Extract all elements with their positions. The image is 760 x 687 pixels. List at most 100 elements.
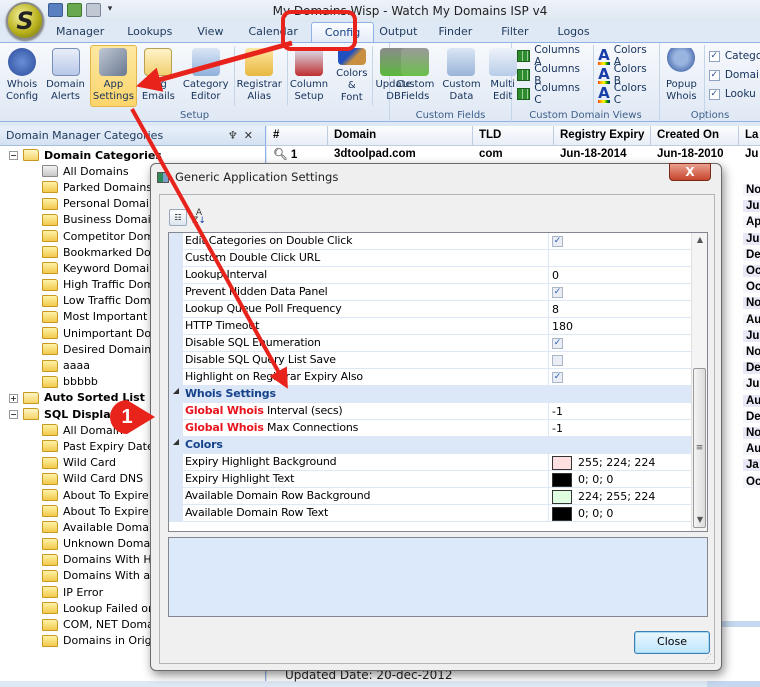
close-button[interactable]: Close bbox=[634, 631, 710, 654]
property-row[interactable]: Expiry Highlight Text 0; 0; 0 bbox=[169, 471, 693, 488]
registrar-alias-button[interactable]: Registrar Alias bbox=[233, 45, 285, 107]
property-row[interactable]: Available Domain Row Background 224; 255;… bbox=[169, 488, 693, 505]
table-cell[interactable]: Ap bbox=[743, 216, 760, 229]
scroll-thumb[interactable]: ≡ bbox=[693, 368, 706, 528]
property-row[interactable]: Prevent Hidden Data Panel ✓ bbox=[169, 284, 693, 301]
dialog-close-button[interactable]: X bbox=[669, 163, 711, 181]
tab-manager[interactable]: Manager bbox=[46, 22, 116, 42]
color-swatch[interactable] bbox=[552, 489, 572, 504]
categorized-view-icon[interactable]: ☷ bbox=[169, 209, 187, 226]
column-header-last[interactable]: La bbox=[739, 126, 760, 145]
table-cell[interactable]: No bbox=[743, 427, 760, 439]
app-settings-button[interactable]: App Settings bbox=[89, 45, 137, 107]
expand-icon[interactable]: + bbox=[9, 393, 18, 403]
resize-grip-icon[interactable]: ⋰ bbox=[705, 653, 712, 661]
domain-alerts-button[interactable]: Domain Alerts bbox=[43, 45, 88, 107]
popup-whois-button[interactable]: Popup Whois bbox=[663, 45, 700, 107]
whois-config-button[interactable]: Whois Config bbox=[3, 45, 41, 107]
table-cell[interactable]: Ju bbox=[743, 378, 760, 391]
checkbox-unchecked[interactable] bbox=[552, 355, 563, 366]
property-row[interactable]: Available Domain Row Text 0; 0; 0 bbox=[169, 505, 693, 522]
property-row[interactable]: Global Whois Interval (secs) -1 bbox=[169, 403, 693, 420]
print-icon[interactable] bbox=[86, 3, 101, 17]
checkbox-checked[interactable]: ✓ bbox=[552, 236, 563, 247]
property-row[interactable]: Lookup Queue Poll Frequency 8 bbox=[169, 301, 693, 318]
close-panel-icon[interactable]: ✕ bbox=[244, 129, 259, 142]
tag-emails-button[interactable]: Tag Emails bbox=[139, 45, 178, 107]
option-categories-checkbox[interactable]: ✓ Catego bbox=[708, 48, 760, 64]
property-row[interactable]: HTTP Timeout 180 bbox=[169, 318, 693, 335]
table-cell[interactable]: Au bbox=[743, 394, 760, 407]
column-header-registry-expiry[interactable]: Registry Expiry bbox=[554, 126, 651, 145]
table-row[interactable]: 🔍︎ 1 3dtoolpad.com com Jun-18-2014 Jun-1… bbox=[267, 146, 760, 162]
colors-c-button[interactable]: A Colors C bbox=[598, 82, 654, 106]
columns-c-button[interactable]: Columns C bbox=[517, 82, 587, 106]
color-swatch[interactable] bbox=[552, 472, 572, 487]
tab-view[interactable]: View bbox=[183, 22, 237, 42]
column-setup-button[interactable]: Column Setup bbox=[286, 45, 331, 107]
sort-alphabetical-icon[interactable]: A Z↓ bbox=[191, 209, 207, 226]
table-cell[interactable]: Ju bbox=[743, 329, 760, 342]
tab-filter[interactable]: Filter bbox=[487, 22, 542, 42]
tab-lookups[interactable]: Lookups bbox=[117, 22, 182, 42]
category-row-whois-settings[interactable]: ◢ Whois Settings bbox=[169, 386, 693, 403]
property-row[interactable]: Highlight on Registrar Expiry Also ✓ bbox=[169, 369, 693, 386]
new-icon[interactable] bbox=[67, 3, 82, 17]
option-domains-checkbox[interactable]: ✓ Domai bbox=[708, 67, 760, 83]
checkbox-checked[interactable]: ✓ bbox=[552, 338, 563, 349]
checkbox-checked[interactable]: ✓ bbox=[552, 372, 563, 383]
save-icon[interactable] bbox=[48, 3, 63, 17]
table-cell[interactable]: De bbox=[743, 248, 760, 261]
column-header-created-on[interactable]: Created On bbox=[651, 126, 739, 145]
colors-a-button[interactable]: A Colors A bbox=[598, 44, 654, 68]
columns-a-button[interactable]: Columns A bbox=[517, 44, 587, 68]
property-grid-scrollbar[interactable]: ▲ ≡ ▼ bbox=[691, 233, 707, 531]
table-cell[interactable]: Ju bbox=[743, 200, 760, 213]
property-row[interactable]: Edit Categories on Double Click ✓ bbox=[169, 233, 693, 250]
scroll-down-icon[interactable]: ▼ bbox=[692, 515, 707, 529]
colors-font-button[interactable]: Colors & Font bbox=[333, 45, 370, 107]
colors-b-button[interactable]: A Colors B bbox=[598, 63, 654, 87]
tab-logos[interactable]: Logos bbox=[544, 22, 604, 42]
scroll-up-icon[interactable]: ▲ bbox=[692, 235, 707, 249]
columns-b-button[interactable]: Columns B bbox=[517, 63, 587, 87]
column-header-domain[interactable]: Domain bbox=[328, 126, 473, 145]
table-cell[interactable]: No bbox=[743, 297, 760, 310]
property-row[interactable]: Global Whois Max Connections -1 bbox=[169, 420, 693, 437]
table-cell[interactable]: Ja bbox=[743, 459, 760, 472]
property-row[interactable]: Disable SQL Enumeration ✓ bbox=[169, 335, 693, 352]
table-cell[interactable]: No bbox=[743, 346, 760, 358]
property-row[interactable]: Expiry Highlight Background 255; 224; 224 bbox=[169, 454, 693, 471]
tab-finder[interactable]: Finder bbox=[428, 22, 486, 42]
category-editor-button[interactable]: Category Editor bbox=[180, 45, 232, 107]
column-header-tld[interactable]: TLD bbox=[473, 126, 554, 145]
table-cell[interactable]: Au bbox=[743, 443, 760, 456]
column-header-number[interactable]: # bbox=[267, 126, 328, 145]
custom-data-button[interactable]: Custom Data bbox=[439, 45, 483, 107]
checkbox-checked[interactable]: ✓ bbox=[552, 287, 563, 298]
tree-root-domain-categories[interactable]: − Domain Categories bbox=[0, 147, 265, 163]
table-cell[interactable]: Oc bbox=[743, 265, 760, 277]
table-cell[interactable]: Oc bbox=[743, 475, 760, 488]
color-swatch[interactable] bbox=[552, 506, 572, 521]
app-logo-button[interactable]: S bbox=[6, 2, 44, 40]
customize-dropdown-icon[interactable]: ▾ bbox=[105, 3, 115, 17]
table-cell[interactable]: De bbox=[743, 362, 760, 375]
tab-output[interactable]: Output bbox=[375, 22, 427, 42]
folder-icon bbox=[42, 505, 58, 518]
table-cell[interactable]: Ju bbox=[743, 232, 760, 245]
property-row[interactable]: Lookup Interval 0 bbox=[169, 267, 693, 284]
option-lookups-checkbox[interactable]: ✓ Looku bbox=[708, 86, 760, 102]
collapse-icon[interactable]: − bbox=[9, 410, 18, 419]
pin-icon[interactable]: ♆ bbox=[228, 129, 244, 142]
property-row[interactable]: Disable SQL Query List Save bbox=[169, 352, 693, 369]
table-cell[interactable]: De bbox=[743, 410, 760, 423]
table-cell[interactable]: Oc bbox=[743, 281, 760, 294]
category-row-colors[interactable]: ◢ Colors bbox=[169, 437, 693, 454]
color-swatch[interactable] bbox=[552, 455, 572, 470]
table-cell[interactable]: No bbox=[743, 184, 760, 196]
custom-fields-button[interactable]: Custom Fields bbox=[393, 45, 437, 107]
collapse-icon[interactable]: − bbox=[9, 151, 18, 160]
table-cell[interactable]: Au bbox=[743, 313, 760, 326]
property-row[interactable]: Custom Double Click URL bbox=[169, 250, 693, 267]
